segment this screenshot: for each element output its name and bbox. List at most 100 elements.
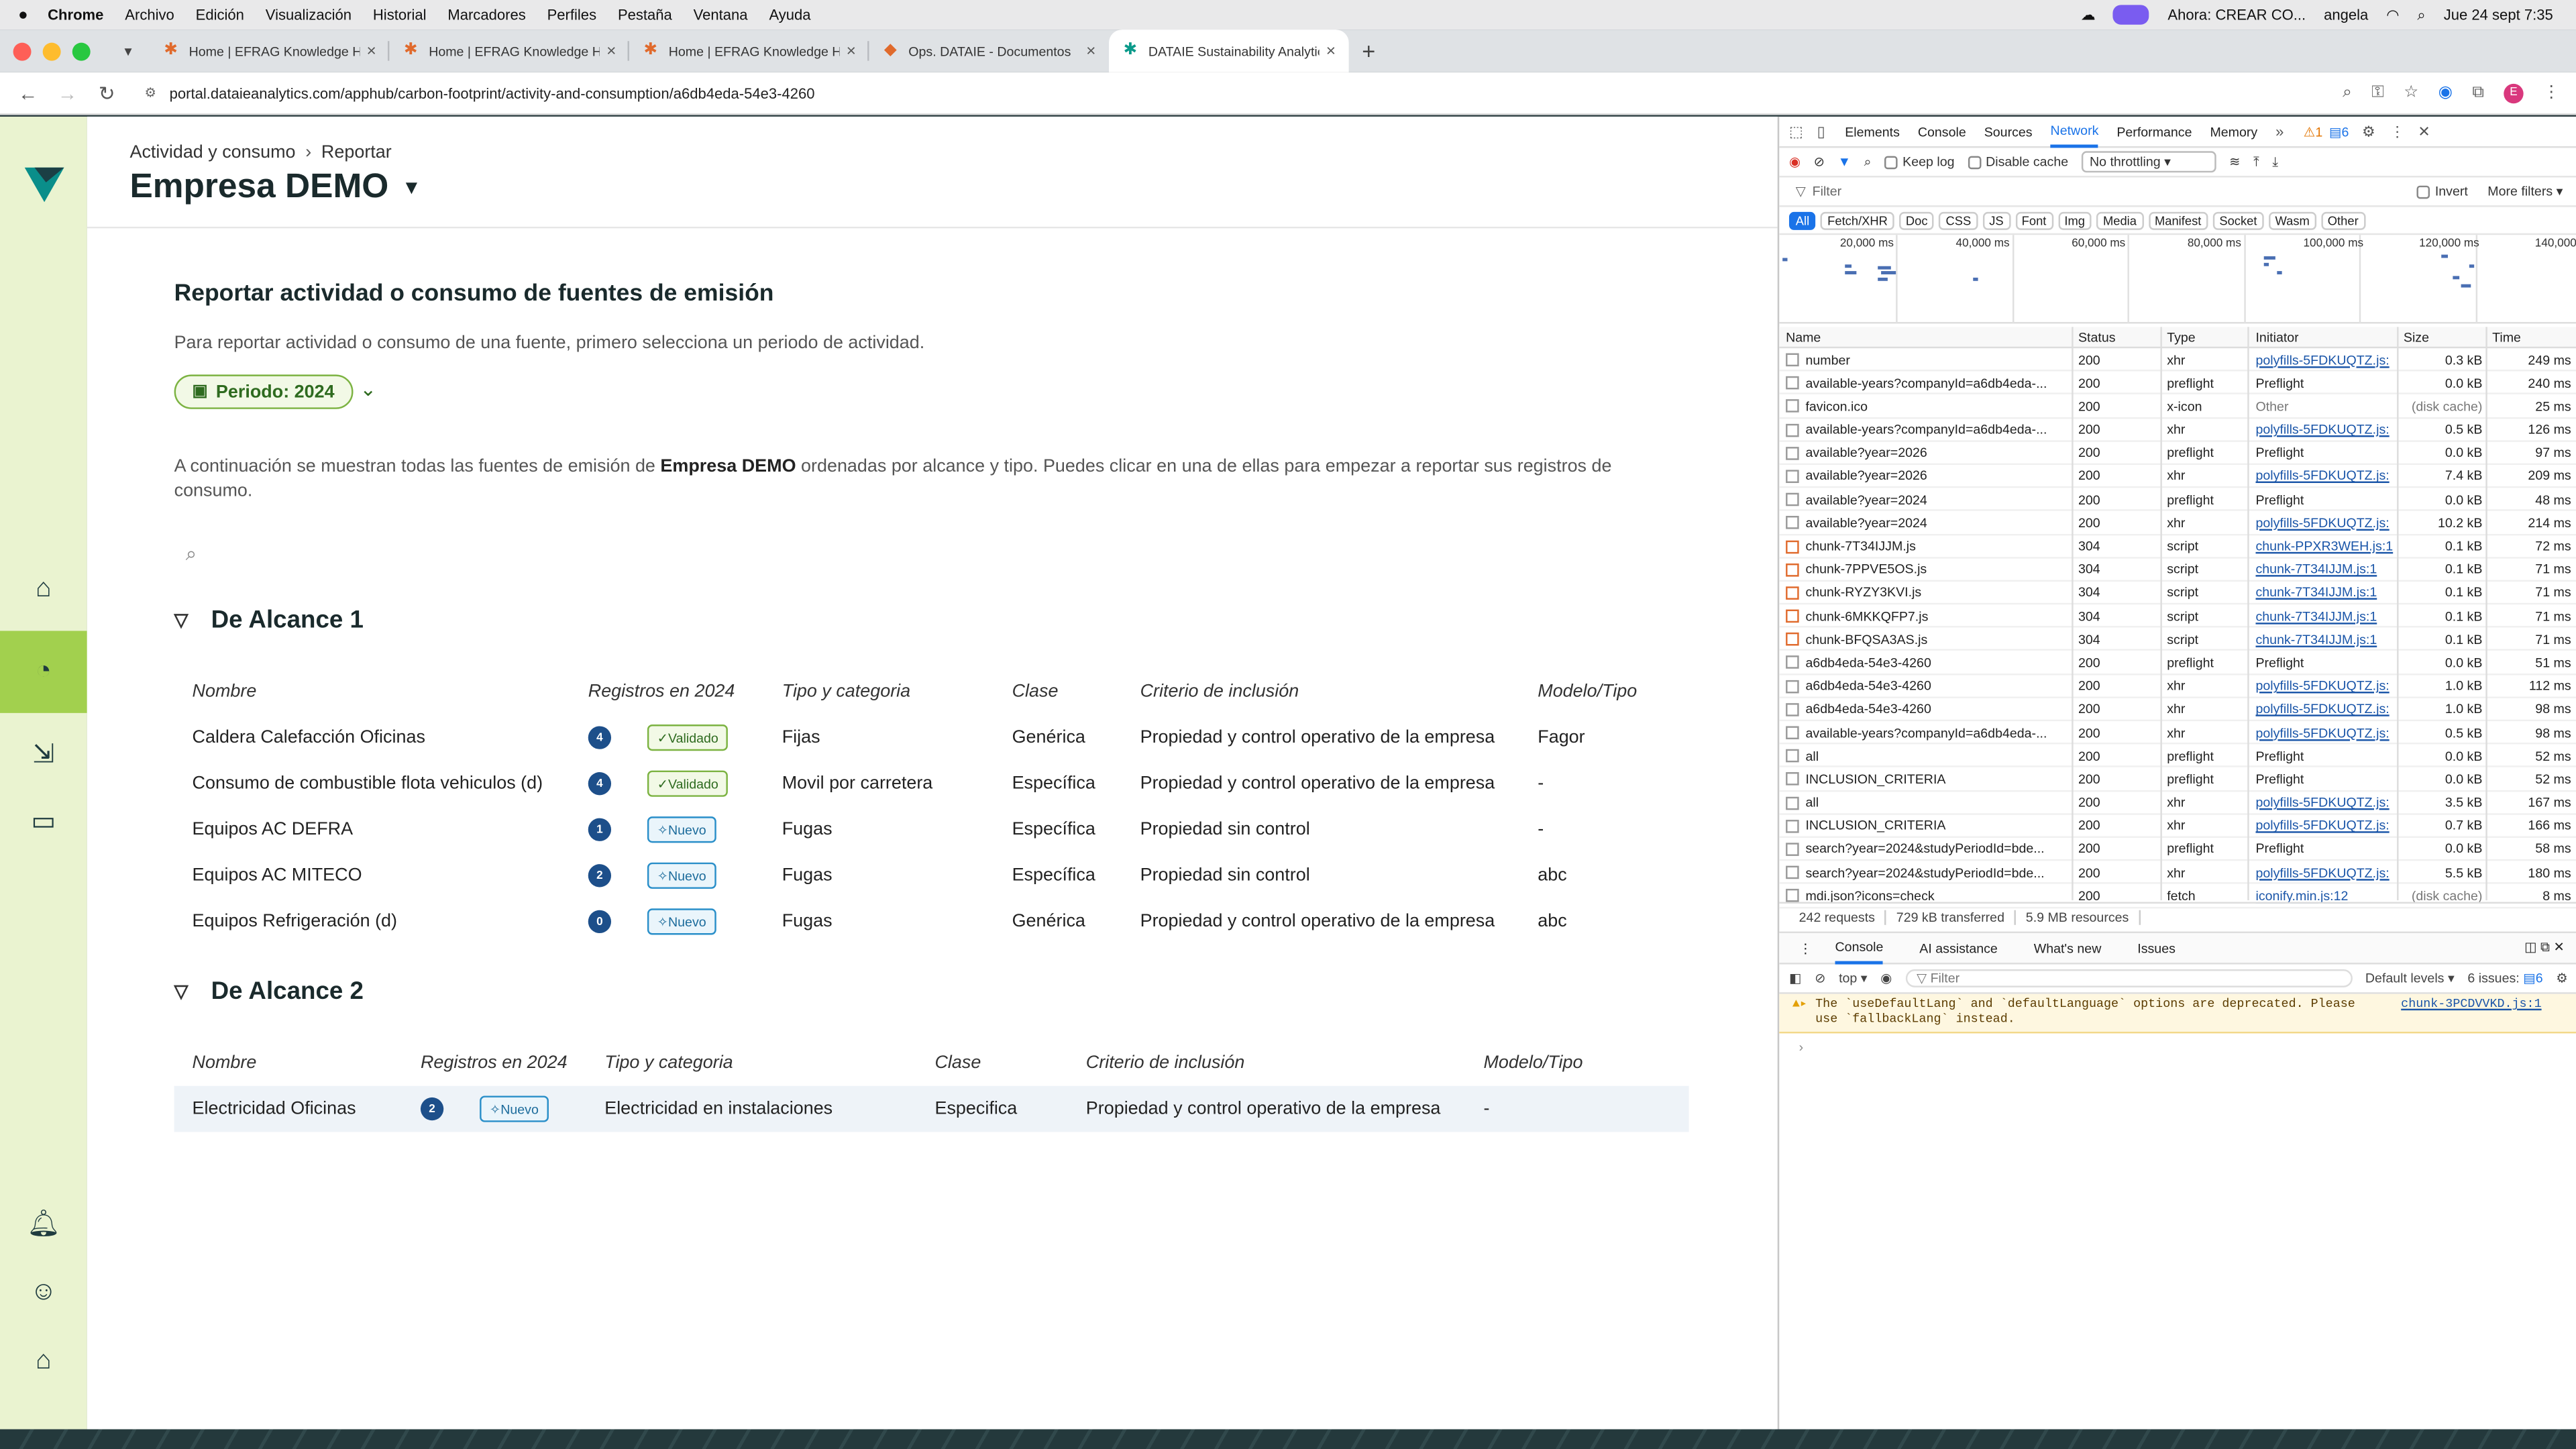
network-request-row[interactable]: number 200 xhr polyfills-5FDKUQTZ.js: 0.3 kB… (1779, 348, 2576, 372)
company-name[interactable]: Empresa DEMO (129, 168, 388, 205)
wifi-icon[interactable]: ◠ (2386, 6, 2399, 24)
network-cell[interactable]: polyfills-5FDKUQTZ.js: (2255, 721, 2397, 744)
close-tab-icon[interactable]: × (847, 42, 856, 60)
more-filters-dropdown[interactable]: More filters ▾ (2487, 184, 2563, 199)
issues-label[interactable]: 6 issues: (2467, 971, 2519, 985)
filter-chip[interactable]: Wasm (2268, 211, 2316, 229)
back-icon[interactable]: ← (16, 81, 39, 104)
zoom-icon[interactable]: ⌕ (2343, 84, 2352, 102)
table-row[interactable]: Consumo de combustible flota vehiculos (… (174, 761, 1689, 807)
tab-title[interactable]: Home | EFRAG Knowledge Hub (429, 44, 600, 58)
browser-tab[interactable]: ✱ Home | EFRAG Knowledge Hub × (389, 30, 629, 72)
filter-chip[interactable]: JS (1982, 211, 2010, 229)
drawer-tab[interactable]: Issues (2137, 941, 2176, 955)
eye-icon[interactable]: ◉ (1880, 971, 1892, 985)
warnings-count[interactable]: 1 (2315, 124, 2322, 139)
devtools-tab-network[interactable]: Network (2050, 116, 2099, 148)
network-cell[interactable]: Preflight (2255, 372, 2397, 394)
disable-cache-checkbox[interactable]: Disable cache (1968, 154, 2068, 169)
table-row[interactable]: Caldera Calefacción Oficinas 4 ✓ Validado F… (174, 714, 1689, 761)
network-cell[interactable]: polyfills-5FDKUQTZ.js: (2255, 814, 2397, 837)
network-cell[interactable]: Preflight (2255, 745, 2397, 767)
table-row[interactable]: Equipos AC MITECO 2 ✧ Nuevo Fugas Específica… (174, 853, 1689, 899)
sidebar-toggle-icon[interactable]: ◧ (1789, 971, 1802, 985)
menu-item[interactable]: Ventana (694, 7, 748, 23)
dataie-logo[interactable] (23, 162, 66, 205)
table-row[interactable]: Electricidad Oficinas 2 ✧ Nuevo Electricida… (174, 1085, 1689, 1132)
network-request-row[interactable]: favicon.ico 200 x-icon Other (disk cache) 25 … (1779, 395, 2576, 419)
network-cell[interactable]: polyfills-5FDKUQTZ.js: (2255, 791, 2397, 814)
table-row[interactable]: Equipos AC DEFRA 1 ✧ Nuevo Fugas Específica P… (174, 806, 1689, 853)
network-request-row[interactable]: available-years?companyId=a6db4eda-... 20… (1779, 721, 2576, 745)
search-icon[interactable]: ⌕ (2417, 6, 2425, 24)
network-cell[interactable]: chunk-7T34IJJM.js:1 (2255, 628, 2397, 651)
filter-chip[interactable]: Media (2096, 211, 2143, 229)
menu-item[interactable]: Pestaña (618, 7, 672, 23)
scope2-header[interactable]: ▽ De Alcance 2 (174, 977, 364, 1006)
forward-icon[interactable]: → (56, 81, 78, 104)
network-cell[interactable]: chunk-PPXR3WEH.js:1 (2255, 535, 2397, 557)
console-settings-icon[interactable]: ⚙ (2556, 971, 2568, 985)
issues-n[interactable]: 6 (2536, 971, 2543, 985)
network-conditions-icon[interactable]: ≋ (2229, 154, 2240, 169)
console-prompt[interactable]: › (1799, 1040, 1804, 1055)
filter-chip[interactable]: Socket (2212, 211, 2264, 229)
network-cell[interactable]: polyfills-5FDKUQTZ.js: (2255, 465, 2397, 488)
network-request-row[interactable]: a6db4eda-54e3-4260 200 preflight Preflight 0… (1779, 651, 2576, 675)
network-request-row[interactable]: all 200 xhr polyfills-5FDKUQTZ.js: 3.5 kB 167… (1779, 791, 2576, 815)
network-request-row[interactable]: available?year=2026 200 preflight Preflight… (1779, 441, 2576, 465)
network-column-header[interactable]: Type (2167, 327, 2195, 348)
warnings-badge[interactable]: ⚠1 (2304, 124, 2322, 139)
close-tab-icon[interactable]: × (606, 42, 616, 60)
network-request-row[interactable]: chunk-6MKKQFP7.js 304 script chunk-7T34IJJM… (1779, 604, 2576, 629)
network-cell[interactable]: Preflight (2255, 651, 2397, 674)
network-request-row[interactable]: available-years?companyId=a6db4eda-... 20… (1779, 418, 2576, 442)
sidebar-card-icon[interactable]: ▭ (0, 792, 87, 851)
network-column-header[interactable]: Name (1786, 327, 1821, 348)
log-levels-dropdown[interactable]: Default levels ▾ (2365, 971, 2455, 985)
network-request-row[interactable]: chunk-7PPVE5OS.js 304 script chunk-7T34IJJM… (1779, 558, 2576, 582)
drawer-controls[interactable]: ◫ ⧉ ✕ (2524, 940, 2565, 956)
browser-tab[interactable]: ✱ Home | EFRAG Knowledge Hub × (150, 30, 390, 72)
notifications-bell-icon[interactable]: 🔔︎ (0, 1194, 87, 1253)
network-request-row[interactable]: chunk-BFQSA3AS.js 304 script chunk-7T34IJJM… (1779, 628, 2576, 651)
search-icon[interactable]: ⌕ (1864, 154, 1872, 170)
key-icon[interactable]: ⚿ (2371, 84, 2384, 102)
tab-title[interactable]: DATAIE Sustainability Analytics (1148, 44, 1320, 58)
close-tab-icon[interactable]: × (1086, 42, 1095, 60)
devtools-tab-memory[interactable]: Memory (2210, 124, 2257, 139)
tab-title[interactable]: Home | EFRAG Knowledge Hub (669, 44, 840, 58)
new-tab-button[interactable]: + (1362, 38, 1375, 64)
network-column-header[interactable]: Initiator (2255, 327, 2298, 348)
chevron-down-icon[interactable]: ▼ (402, 176, 421, 199)
export-har-icon[interactable]: ⤓ (2272, 154, 2278, 170)
network-request-row[interactable]: all 200 preflight Preflight 0.0 kB 52 ms (1779, 745, 2576, 768)
url-text[interactable]: portal.dataieanalytics.com/apphub/carbon… (170, 85, 815, 101)
sidebar-dashboard-icon[interactable]: ⌂ (0, 560, 87, 619)
user-account-icon[interactable]: ☺ (0, 1263, 87, 1322)
period-selector[interactable]: ▣ Periodo: 2024 (174, 374, 353, 409)
scope1-title[interactable]: De Alcance 1 (211, 606, 364, 635)
url-field[interactable]: ⚙ portal.dataieanalytics.com/apphub/carbo… (145, 85, 2343, 101)
network-cell[interactable]: polyfills-5FDKUQTZ.js: (2255, 861, 2397, 884)
throttling-value[interactable]: No throttling (2090, 154, 2161, 169)
network-request-row[interactable]: INCLUSION_CRITERIA 200 xhr polyfills-5FDKUQ… (1779, 814, 2576, 838)
network-column-header[interactable]: Status (2078, 327, 2116, 348)
invert-checkbox[interactable]: Invert (2416, 184, 2468, 199)
collapse-chevron-icon[interactable]: ▽ (174, 981, 189, 1002)
network-request-row[interactable]: INCLUSION_CRITERIA 200 preflight Preflight 0… (1779, 768, 2576, 792)
menu-item[interactable]: Marcadores (447, 7, 525, 23)
scope2-title[interactable]: De Alcance 2 (211, 977, 364, 1006)
nombre-cell[interactable]: Electricidad Oficinas (193, 1086, 356, 1132)
network-overview-timeline[interactable]: 20,000 ms 40,000 ms 60,000 ms 80,000 ms 100,… (1779, 235, 2576, 324)
network-column-header[interactable]: Time (2492, 327, 2521, 348)
network-request-row[interactable]: available?year=2024 200 preflight Preflight… (1779, 488, 2576, 512)
network-request-row[interactable]: available?year=2026 200 xhr polyfills-5FDKU… (1779, 465, 2576, 488)
site-info-icon[interactable]: ⚙ (145, 85, 157, 100)
network-request-row[interactable]: search?year=2024&studyPeriodId=bde... 200… (1779, 838, 2576, 861)
period-label[interactable]: Periodo: 2024 (216, 382, 335, 401)
menu-item[interactable]: Archivo (125, 7, 174, 23)
network-request-row[interactable]: chunk-RYZY3KVI.js 304 script chunk-7T34IJJM… (1779, 582, 2576, 605)
menu-item[interactable]: Edición (196, 7, 244, 23)
issues-count[interactable]: 6 (2342, 124, 2349, 139)
